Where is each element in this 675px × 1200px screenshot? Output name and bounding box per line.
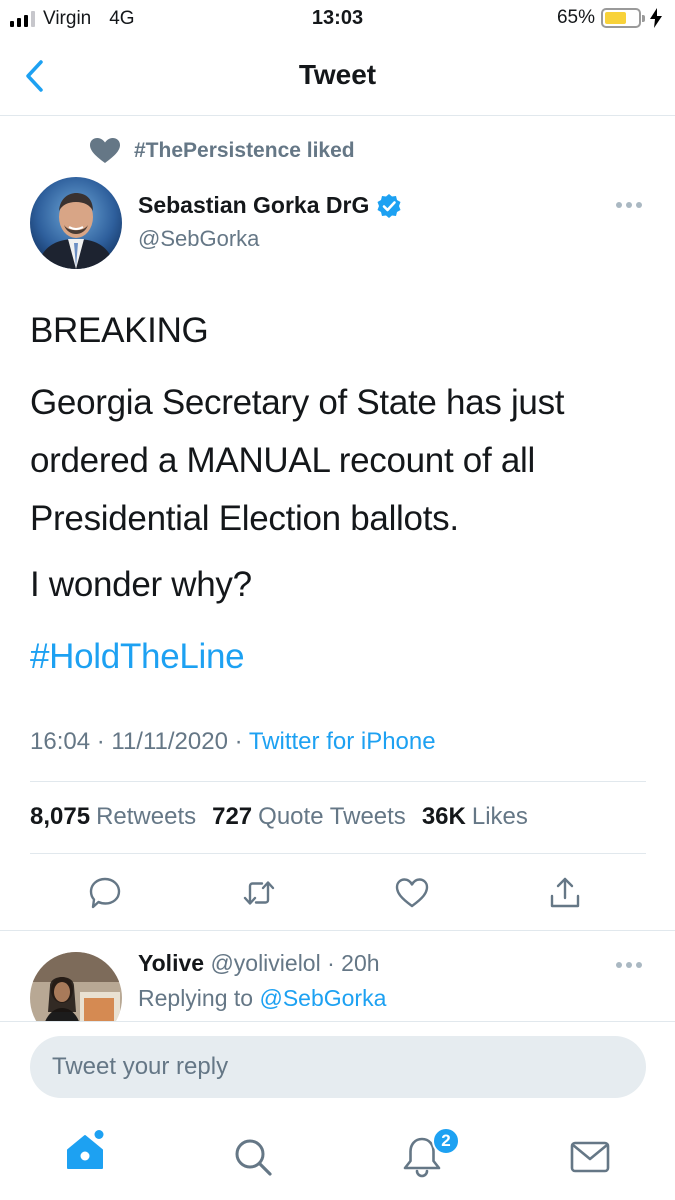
tweet-timestamp: 16:04 · 11/11/2020 ·	[30, 728, 249, 755]
tweet-source-link[interactable]: Twitter for iPhone	[249, 728, 436, 755]
likes-label: Likes	[471, 803, 528, 830]
reply-author-name[interactable]: Yolive	[138, 950, 204, 976]
tweet-text-paragraph: BREAKING	[30, 311, 209, 350]
quote-tweets-count: 727	[212, 803, 253, 830]
divider	[30, 853, 646, 854]
battery-percent: 65%	[556, 7, 595, 28]
status-bar: Virgin 4G 13:03 65%	[0, 0, 675, 40]
battery-icon	[601, 8, 645, 28]
like-icon[interactable]	[395, 876, 429, 910]
reply-input-placeholder: Tweet your reply	[52, 1053, 229, 1080]
search-icon[interactable]	[232, 1136, 274, 1178]
home-icon[interactable]	[64, 1130, 106, 1172]
tweet-metadata: 16:04 · 11/11/2020 · Twitter for iPhone	[30, 728, 436, 756]
tweet-more-options-icon[interactable]	[616, 202, 644, 210]
quote-tweets-stat[interactable]: 727 Quote Tweets	[212, 803, 406, 831]
reply-icon[interactable]	[88, 876, 122, 910]
replying-to: Replying to @SebGorka	[138, 985, 386, 1012]
author-avatar[interactable]	[30, 177, 122, 269]
notifications-badge: 2	[432, 1127, 460, 1155]
author-name[interactable]: Sebastian Gorka DrG	[138, 192, 402, 219]
author-avatar-image	[30, 177, 122, 269]
social-context[interactable]: #ThePersistence liked	[90, 138, 355, 164]
verified-badge-icon	[377, 193, 401, 218]
social-context-text: #ThePersistence liked	[134, 139, 355, 162]
status-right: 65%	[557, 7, 663, 29]
reply-more-options-icon[interactable]	[616, 962, 644, 970]
quote-tweets-label: Quote Tweets	[258, 803, 406, 830]
likes-count: 36K	[421, 803, 466, 830]
replying-to-mention[interactable]: @SebGorka	[259, 985, 386, 1011]
divider	[0, 930, 675, 931]
reply-input[interactable]: Tweet your reply	[30, 1036, 646, 1098]
retweets-stat[interactable]: 8,075 Retweets	[30, 803, 196, 831]
charging-bolt-icon	[650, 8, 662, 28]
share-icon[interactable]	[548, 876, 582, 910]
reply-time: · 20h	[327, 950, 380, 976]
author-handle[interactable]: @SebGorka	[138, 226, 259, 252]
navigation-bar: Tweet	[0, 40, 675, 116]
battery-fill	[605, 12, 626, 24]
retweets-count: 8,075	[30, 803, 91, 830]
retweet-icon[interactable]	[242, 876, 276, 910]
author-name-text: Sebastian Gorka DrG	[138, 192, 370, 218]
tweet-stats: 8,075 Retweets 727 Quote Tweets 36K Likes	[30, 803, 528, 831]
tweet-text-paragraph: Georgia Secretary of State has just orde…	[30, 383, 565, 538]
page-title: Tweet	[298, 59, 377, 90]
tweet-text-paragraph: I wonder why?	[30, 565, 252, 604]
reply-author-handle[interactable]: @yolivielol	[210, 950, 320, 976]
hashtag-link[interactable]: #HoldTheLine	[30, 628, 245, 686]
retweets-label: Retweets	[96, 803, 197, 830]
likes-stat[interactable]: 36K Likes	[422, 803, 528, 831]
divider	[30, 781, 646, 782]
replying-to-prefix: Replying to	[138, 985, 260, 1011]
reply-header: Yolive @yolivielol · 20h	[138, 950, 380, 977]
messages-icon[interactable]	[569, 1136, 611, 1178]
heart-icon	[90, 138, 120, 163]
